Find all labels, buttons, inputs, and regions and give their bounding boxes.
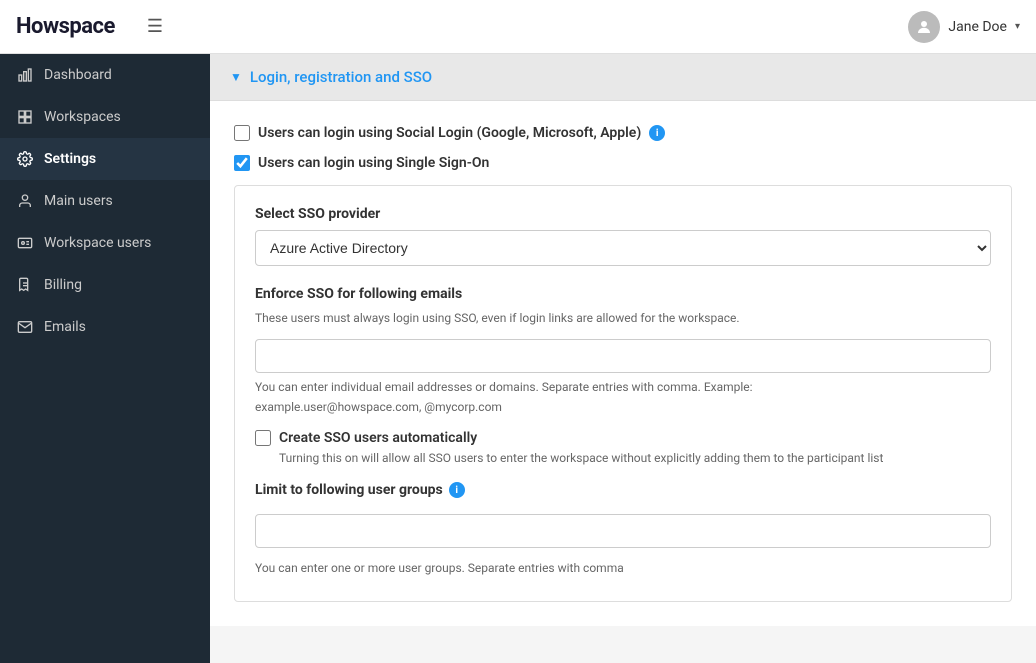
person-card-icon [16,234,34,252]
sso-login-label[interactable]: Users can login using Single Sign-On [258,155,489,171]
gear-icon [16,150,34,168]
create-sso-label[interactable]: Create SSO users automatically [279,430,477,446]
app-logo: Howspace [16,14,115,39]
enforce-sso-input[interactable] [255,339,991,373]
create-sso-desc: Turning this on will allow all SSO users… [255,450,991,467]
user-chevron-icon: ▾ [1015,21,1020,32]
create-sso-row: Create SSO users automatically [255,430,991,446]
section-header: ▼ Login, registration and SSO [210,54,1036,101]
sso-login-row: Users can login using Single Sign-On [234,155,1012,171]
receipt-icon [16,276,34,294]
section-title: Login, registration and SSO [250,68,432,86]
sidebar-item-main-users[interactable]: Main users [0,180,210,222]
main-layout: Dashboard Workspaces Settings Main users… [0,54,1036,663]
user-menu[interactable]: Jane Doe ▾ [908,11,1020,43]
enforce-sso-example: example.user@howspace.com, @mycorp.com [255,400,991,414]
settings-content: Users can login using Social Login (Goog… [210,101,1036,626]
sidebar-item-dashboard[interactable]: Dashboard [0,54,210,96]
envelope-icon [16,318,34,336]
sidebar-item-emails[interactable]: Emails [0,306,210,348]
create-sso-group: Create SSO users automatically Turning t… [255,430,991,467]
create-sso-checkbox[interactable] [255,430,271,446]
sidebar-item-workspaces[interactable]: Workspaces [0,96,210,138]
sso-provider-label: Select SSO provider [255,206,991,222]
header-right: Jane Doe ▾ [908,11,1020,43]
sidebar-item-billing[interactable]: Billing [0,264,210,306]
username-label: Jane Doe [948,19,1007,35]
enforce-sso-hint: You can enter individual email addresses… [255,379,991,396]
person-icon [16,192,34,210]
menu-icon[interactable]: ☰ [147,16,163,37]
sidebar-item-settings-label: Settings [44,151,96,167]
user-groups-hint: You can enter one or more user groups. S… [255,560,991,577]
user-groups-info-icon[interactable]: i [449,482,465,498]
sidebar-item-workspace-users-label: Workspace users [44,235,151,251]
chart-icon [16,66,34,84]
social-login-info-icon[interactable]: i [649,125,665,141]
sidebar-item-billing-label: Billing [44,277,82,293]
sidebar-item-main-users-label: Main users [44,193,113,209]
sidebar-item-workspace-users[interactable]: Workspace users [0,222,210,264]
sidebar-item-dashboard-label: Dashboard [44,67,112,83]
user-groups-header: Limit to following user groups i [255,482,991,498]
sso-provider-select[interactable]: Azure Active Directory Google Okta SAML [255,230,991,266]
social-login-checkbox[interactable] [234,125,250,141]
app-header: Howspace ☰ Jane Doe ▾ [0,0,1036,54]
collapse-icon[interactable]: ▼ [230,70,242,84]
sso-settings-box: Select SSO provider Azure Active Directo… [234,185,1012,602]
main-content: ▼ Login, registration and SSO Users can … [210,54,1036,663]
grid-icon [16,108,34,126]
social-login-label[interactable]: Users can login using Social Login (Goog… [258,125,641,141]
sidebar-item-workspaces-label: Workspaces [44,109,121,125]
enforce-sso-label: Enforce SSO for following emails [255,286,991,302]
social-login-row: Users can login using Social Login (Goog… [234,125,1012,141]
sidebar: Dashboard Workspaces Settings Main users… [0,54,210,663]
user-groups-label: Limit to following user groups [255,482,443,498]
sidebar-item-settings[interactable]: Settings [0,138,210,180]
user-groups-input[interactable] [255,514,991,548]
header-left: Howspace ☰ [16,14,163,39]
enforce-sso-desc: These users must always login using SSO,… [255,310,991,327]
sso-login-checkbox[interactable] [234,155,250,171]
sidebar-item-emails-label: Emails [44,319,86,335]
avatar [908,11,940,43]
